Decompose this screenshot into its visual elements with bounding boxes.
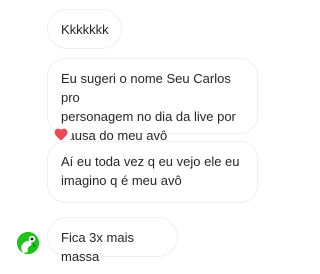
avatar-icon (17, 232, 39, 254)
message-bubble[interactable]: Kkkkkkk (47, 9, 122, 49)
heart-icon (54, 128, 68, 141)
message-bubble[interactable]: Fica 3x mais massa (47, 217, 178, 264)
message-bubble[interactable]: Eu sugeri o nome Seu Carlos pro personag… (47, 58, 258, 143)
sender-avatar[interactable] (17, 232, 39, 254)
message-bubble[interactable]: Aí eu toda vez q eu vejo ele eu imagino … (47, 141, 258, 203)
